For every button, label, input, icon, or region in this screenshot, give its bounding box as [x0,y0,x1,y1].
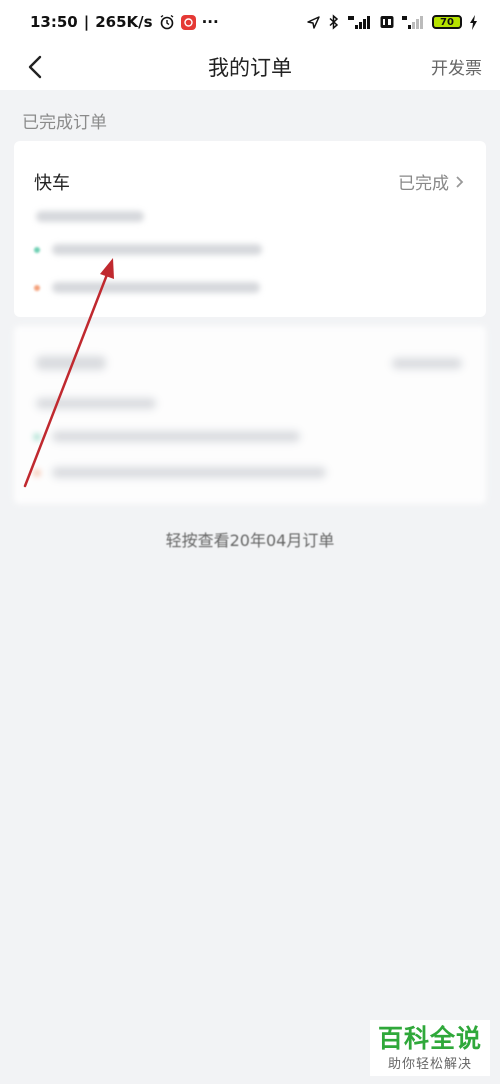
status-right: 70 [306,14,478,30]
chevron-left-icon [28,55,42,79]
hd-icon [380,16,394,28]
start-point-dot [34,434,40,440]
status-time: 13:50 [30,13,78,31]
order-time-blurred [36,211,144,222]
end-point-dot [34,285,40,291]
music-app-icon [180,14,196,30]
status-more: ··· [201,13,219,31]
alarm-icon [160,14,173,30]
order-status: 已完成 [398,169,464,194]
status-separator: | [83,13,90,31]
order-card[interactable]: 快车 已完成 [14,141,486,317]
start-point-dot [34,247,40,253]
page-title: 我的订单 [208,56,292,80]
signal-4g-secondary-icon [402,16,423,29]
watermark-title: 百科全说 [377,1023,482,1053]
section-title: 已完成订单 [22,113,107,133]
view-more-orders-link[interactable]: 轻按查看20年04月订单 [0,527,500,551]
order-type: 快车 [34,173,70,194]
location-icon [307,15,320,29]
order-end-blurred [52,467,326,478]
status-net-speed: 265K/s [95,13,153,31]
order-card-blurred[interactable] [14,326,486,504]
invoice-button[interactable]: 开发票 [431,54,482,79]
watermark-subtitle: 助你轻松解决 [387,1056,472,1072]
order-start-blurred [52,244,262,255]
order-status-blurred [392,358,462,369]
order-type-blurred [36,356,106,370]
watermark-logo: 百科全说 助你轻松解决 [370,1020,490,1076]
status-left: 13:50 | 265K/s ··· [30,13,219,31]
chevron-right-icon [456,175,464,188]
status-bar: 13:50 | 265K/s ··· 70 [0,0,500,44]
bluetooth-icon [329,14,339,30]
signal-4g-icon [348,16,370,29]
order-start-blurred [52,431,300,442]
order-time-blurred [36,398,156,409]
order-status-label: 已完成 [398,174,449,194]
end-point-dot [34,470,40,476]
nav-bar: 我的订单 开发票 [0,44,500,90]
order-end-blurred [52,282,260,293]
battery-icon: 70 [432,15,462,29]
back-button[interactable] [18,50,52,84]
charging-icon [470,14,477,30]
